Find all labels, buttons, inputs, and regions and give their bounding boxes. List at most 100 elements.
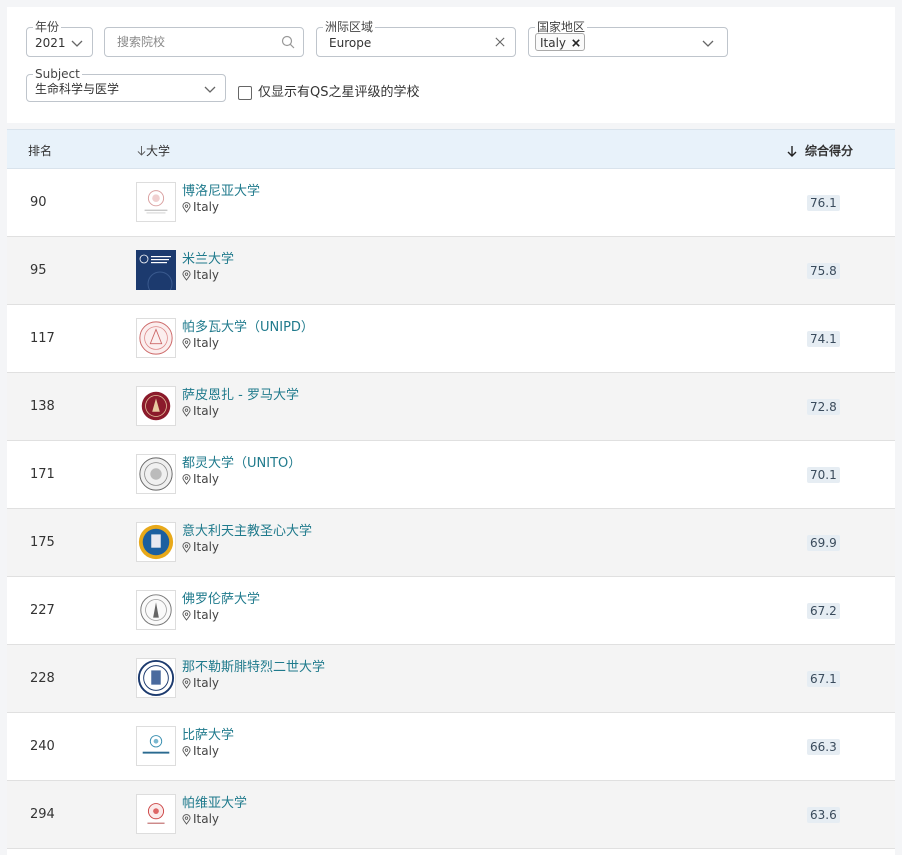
score-value: 67.2 (807, 603, 840, 619)
milan-logo-icon (136, 250, 176, 290)
score-value: 74.1 (807, 331, 840, 347)
university-logo[interactable] (136, 386, 176, 426)
location-pin-icon (182, 474, 191, 485)
country-value: Italy (193, 744, 220, 758)
rankings-table: 排名 大学 综合得分 90 博洛尼亚大学 Italy 76.1 95 米兰大学 … (7, 129, 895, 855)
location-pin-icon (182, 746, 191, 757)
location: Italy (182, 200, 219, 214)
university-logo[interactable] (136, 454, 176, 494)
score-value: 63.6 (807, 807, 840, 823)
university-logo[interactable] (136, 658, 176, 698)
score-value: 75.8 (807, 263, 840, 279)
year-value: 2021 (35, 36, 66, 50)
filter-panel: 年份 2021 洲际区域 Europe 国家地区 Italy Subject 生… (7, 7, 895, 123)
rank-value: 175 (30, 535, 55, 550)
rank-value: 294 (30, 807, 55, 822)
bologna-seal-icon (144, 190, 168, 214)
sort-arrow-icon (137, 146, 146, 156)
location: Italy (182, 676, 219, 690)
location-pin-icon (182, 610, 191, 621)
country-value: Italy (193, 540, 220, 554)
location-pin-icon (182, 406, 191, 417)
university-name-link[interactable]: 博洛尼亚大学 (182, 180, 260, 199)
university-name-link[interactable]: 意大利天主教圣心大学 (182, 520, 312, 539)
rank-value: 138 (30, 399, 55, 414)
score-value: 66.3 (807, 739, 840, 755)
year-select[interactable]: 年份 2021 (26, 19, 93, 57)
score-header[interactable]: 综合得分 (787, 142, 853, 159)
location: Italy (182, 404, 219, 418)
rank-value: 90 (30, 195, 47, 210)
location-pin-icon (182, 678, 191, 689)
table-row: 175 意大利天主教圣心大学 Italy 69.9 (7, 509, 895, 577)
location: Italy (182, 472, 219, 486)
sapienza-seal-icon (141, 391, 171, 421)
table-row: 138 萨皮恩扎 - 罗马大学 Italy 72.8 (7, 373, 895, 441)
table-row: 228 那不勒斯腓特烈二世大学 Italy 67.1 (7, 645, 895, 713)
qs-stars-filter[interactable]: 仅显示有QS之星评级的学校 (238, 81, 420, 100)
region-value: Europe (329, 36, 372, 50)
country-chip-label: Italy (540, 36, 567, 50)
university-name-link[interactable]: 萨皮恩扎 - 罗马大学 (182, 384, 299, 403)
university-logo[interactable] (136, 590, 176, 630)
score-value: 72.8 (807, 399, 840, 415)
padova-seal-icon (139, 321, 173, 355)
university-name-link[interactable]: 帕多瓦大学（UNIPD） (182, 316, 314, 335)
university-logo[interactable] (136, 250, 176, 290)
score-value: 69.9 (807, 535, 840, 551)
remove-chip-icon[interactable] (572, 39, 580, 47)
search-input[interactable] (115, 34, 279, 50)
country-value: Italy (193, 608, 220, 622)
country-value: Italy (193, 676, 220, 690)
subject-select[interactable]: Subject 生命科学与医学 (26, 66, 226, 102)
location: Italy (182, 812, 219, 826)
sort-arrow-icon (787, 146, 797, 157)
subject-value: 生命科学与医学 (35, 82, 120, 96)
location: Italy (182, 336, 219, 350)
university-logo[interactable] (136, 794, 176, 834)
university-name-link[interactable]: 米兰大学 (182, 248, 234, 267)
country-value: Italy (193, 200, 220, 214)
chevron-down-icon (702, 40, 714, 47)
university-logo[interactable] (136, 522, 176, 562)
location-pin-icon (182, 270, 191, 281)
table-row: 117 帕多瓦大学（UNIPD） Italy 74.1 (7, 305, 895, 373)
score-value: 70.1 (807, 467, 840, 483)
region-select[interactable]: 洲际区域 Europe (316, 19, 516, 57)
rank-value: 240 (30, 739, 55, 754)
table-row: 95 米兰大学 Italy 75.8 (7, 237, 895, 305)
university-name-link[interactable]: 那不勒斯腓特烈二世大学 (182, 656, 325, 675)
score-value: 67.1 (807, 671, 840, 687)
cattolica-seal-icon (138, 524, 174, 560)
subject-label: Subject (33, 66, 82, 82)
table-row: 90 博洛尼亚大学 Italy 76.1 (7, 169, 895, 237)
region-label: 洲际区域 (323, 19, 376, 35)
qs-stars-checkbox[interactable] (238, 85, 252, 100)
pavia-seal-icon (147, 803, 165, 824)
qs-stars-label: 仅显示有QS之星评级的学校 (258, 85, 420, 100)
country-chip[interactable]: Italy (535, 33, 585, 51)
rank-header[interactable]: 排名 (28, 142, 52, 159)
clear-icon[interactable] (495, 37, 505, 47)
university-logo[interactable] (136, 726, 176, 766)
table-body: 90 博洛尼亚大学 Italy 76.1 95 米兰大学 Italy 75.8 … (7, 169, 895, 849)
torino-seal-icon (139, 457, 173, 491)
university-header[interactable]: 大学 (137, 142, 170, 159)
search-icon[interactable] (281, 35, 295, 49)
rank-value: 95 (30, 263, 47, 278)
napoli-seal-icon (137, 659, 175, 697)
university-name-link[interactable]: 佛罗伦萨大学 (182, 588, 260, 607)
search-box (104, 27, 304, 57)
chevron-down-icon (204, 86, 216, 93)
university-logo[interactable] (136, 182, 176, 222)
country-value: Italy (193, 812, 220, 826)
location-pin-icon (182, 202, 191, 213)
country-select[interactable]: 国家地区 Italy (528, 19, 728, 57)
university-logo[interactable] (136, 318, 176, 358)
rank-value: 171 (30, 467, 55, 482)
score-value: 76.1 (807, 195, 840, 211)
table-row: 171 都灵大学（UNITO） Italy 70.1 (7, 441, 895, 509)
university-name-link[interactable]: 比萨大学 (182, 724, 234, 743)
university-name-link[interactable]: 帕维亚大学 (182, 792, 247, 811)
university-name-link[interactable]: 都灵大学（UNITO） (182, 452, 301, 471)
